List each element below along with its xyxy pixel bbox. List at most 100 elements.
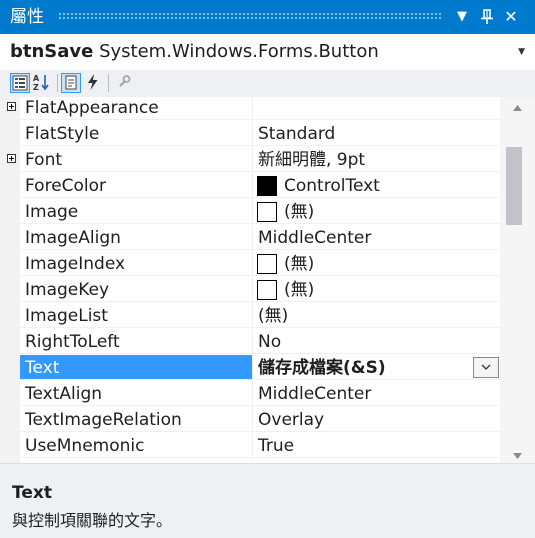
auto-hide-button[interactable] (476, 6, 498, 28)
property-value[interactable]: ControlText (254, 173, 500, 198)
property-row[interactable]: FlatAppearance (0, 97, 500, 121)
properties-window: 屬性 ▼ ✕ btnSave System.Windows.Forms.Butt… (0, 0, 535, 538)
row-margin (0, 147, 20, 173)
properties-toolbar: A Z (0, 70, 535, 98)
row-margin (0, 355, 20, 381)
property-row[interactable]: TextImageRelation Overlay (0, 407, 500, 433)
property-name[interactable]: ImageKey (20, 277, 253, 302)
row-margin (0, 277, 20, 303)
expand-icon[interactable] (7, 102, 16, 111)
property-name[interactable]: Image (20, 199, 253, 224)
title-grip[interactable] (58, 12, 443, 21)
property-name[interactable]: Font (20, 147, 253, 172)
property-value[interactable]: True (254, 433, 500, 458)
property-row[interactable]: ImageList (無) (0, 303, 500, 329)
description-title: Text (12, 483, 52, 503)
property-name[interactable]: FlatAppearance (20, 97, 253, 120)
property-value[interactable]: Standard (254, 121, 500, 146)
property-row[interactable]: ImageAlign MiddleCenter (0, 225, 500, 251)
property-value[interactable]: No (254, 329, 500, 354)
property-row[interactable]: ForeColor ControlText (0, 173, 500, 199)
property-row[interactable]: FlatStyle Standard (0, 121, 500, 147)
property-name[interactable]: FlatStyle (20, 121, 253, 146)
object-name: btnSave (10, 41, 94, 62)
property-value-text: MiddleCenter (258, 228, 372, 248)
property-grid: FlatAppearance FlatStyle Standard Font 新細明體,… (0, 97, 500, 463)
row-margin (0, 225, 20, 251)
close-button[interactable]: ✕ (500, 6, 522, 28)
property-name[interactable]: UseMnemonic (20, 433, 253, 458)
row-margin (0, 407, 20, 433)
property-value-text: (無) (284, 202, 315, 222)
categorized-button[interactable] (10, 73, 30, 93)
property-value[interactable]: (無) (254, 251, 500, 276)
window-menu-button[interactable]: ▼ (451, 6, 473, 28)
window-title: 屬性 (10, 7, 44, 27)
property-value[interactable]: 新細明體, 9pt (254, 147, 500, 172)
scroll-up-button[interactable] (500, 99, 535, 117)
property-value-text: ControlText (284, 176, 380, 196)
property-value[interactable]: MiddleCenter (254, 381, 500, 406)
property-name[interactable]: RightToLeft (20, 329, 253, 354)
vertical-scrollbar[interactable] (500, 97, 535, 463)
expand-icon[interactable] (7, 154, 16, 163)
property-name[interactable]: TextAlign (20, 381, 253, 406)
property-row[interactable]: ImageKey (無) (0, 277, 500, 303)
scroll-thumb[interactable] (506, 147, 522, 225)
svg-text:Z: Z (33, 83, 39, 91)
close-icon: ✕ (504, 7, 518, 26)
row-margin (0, 303, 20, 329)
property-name[interactable]: ForeColor (20, 173, 253, 198)
description-text: 與控制項關聯的文字。 (12, 511, 173, 530)
row-margin (0, 251, 20, 277)
property-row[interactable]: ImageIndex (無) (0, 251, 500, 277)
property-value-text: MiddleCenter (258, 384, 372, 404)
property-value[interactable]: (無) (254, 199, 500, 224)
chevron-down-icon: ▼ (457, 9, 467, 24)
row-margin (0, 199, 20, 225)
property-row[interactable]: Text 儲存成檔案(&S) (0, 355, 500, 381)
property-row[interactable]: UseMnemonic True (0, 433, 500, 459)
chevron-down-icon (481, 364, 491, 370)
property-value[interactable] (254, 97, 500, 120)
title-bar[interactable]: 屬性 ▼ ✕ (0, 0, 535, 34)
property-name[interactable]: Text (20, 355, 253, 380)
property-value[interactable]: (無) (254, 277, 500, 302)
color-swatch (257, 280, 277, 300)
color-swatch (257, 202, 277, 222)
toolbar-separator (57, 74, 58, 92)
description-pane: Text 與控制項關聯的文字。 (0, 463, 535, 538)
properties-icon (65, 75, 77, 90)
events-icon (88, 74, 98, 90)
alphabetical-icon: A Z (33, 74, 49, 91)
properties-button[interactable] (61, 73, 81, 93)
property-pages-button[interactable] (114, 73, 134, 93)
property-value-text: 儲存成檔案(&S) (258, 358, 386, 378)
chevron-down-icon[interactable]: ▼ (518, 47, 525, 57)
property-row[interactable]: RightToLeft No (0, 329, 500, 355)
color-swatch (257, 176, 277, 196)
property-value-text: (無) (284, 280, 315, 300)
property-value[interactable]: (無) (254, 303, 500, 328)
chevron-down-icon (513, 453, 522, 459)
property-value[interactable]: Overlay (254, 407, 500, 432)
property-value-text: Overlay (258, 410, 325, 430)
row-margin (0, 329, 20, 355)
property-value[interactable]: MiddleCenter (254, 225, 500, 250)
object-selector[interactable]: btnSave System.Windows.Forms.Button ▼ (0, 34, 535, 71)
property-row[interactable]: TextAlign MiddleCenter (0, 381, 500, 407)
property-row[interactable]: Font 新細明體, 9pt (0, 147, 500, 173)
property-name[interactable]: ImageList (20, 303, 253, 328)
property-row[interactable]: Image (無) (0, 199, 500, 225)
row-margin (0, 433, 20, 459)
property-value-text: (無) (258, 306, 289, 326)
property-name[interactable]: TextImageRelation (20, 407, 253, 432)
property-value-text: True (258, 436, 295, 456)
row-margin (0, 381, 20, 407)
value-dropdown-button[interactable] (473, 357, 499, 378)
property-name[interactable]: ImageIndex (20, 251, 253, 276)
property-name[interactable]: ImageAlign (20, 225, 253, 250)
property-value[interactable]: 儲存成檔案(&S) (254, 355, 500, 380)
alphabetical-button[interactable]: A Z (32, 73, 52, 93)
events-button[interactable] (84, 73, 104, 93)
